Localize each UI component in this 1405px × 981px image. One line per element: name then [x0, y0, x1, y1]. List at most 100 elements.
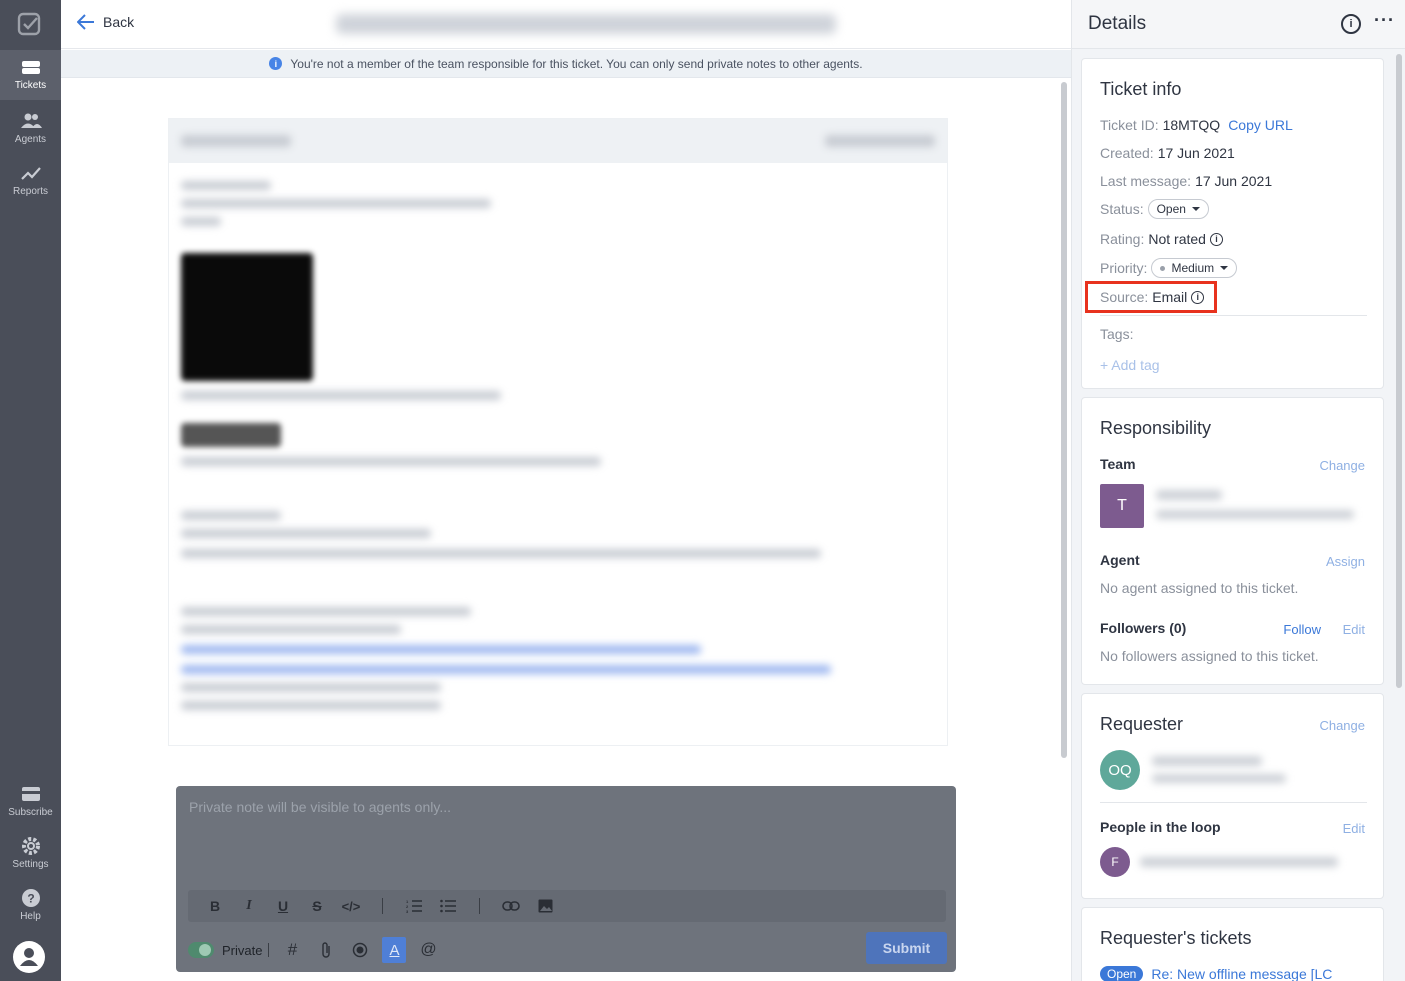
redacted-line — [181, 511, 281, 520]
caret-down-icon — [1220, 266, 1229, 270]
ticket-status-badge: Open — [1100, 966, 1144, 981]
followers-none-text: No followers assigned to this ticket. — [1100, 648, 1319, 664]
bullet-list-icon[interactable] — [431, 892, 465, 920]
hashtag-icon[interactable]: # — [275, 937, 309, 963]
redacted-line — [181, 391, 501, 400]
link-icon[interactable] — [494, 892, 528, 920]
more-options-icon[interactable]: ··· — [1374, 10, 1395, 31]
tags-label: Tags: — [1100, 326, 1134, 342]
rail-item-reports[interactable]: Reports — [0, 156, 61, 206]
tickets-icon — [21, 61, 40, 74]
italic-icon[interactable]: I — [232, 892, 266, 920]
redacted-line — [181, 529, 431, 538]
add-tag-link[interactable]: + Add tag — [1100, 357, 1160, 373]
requester-tickets-heading: Requester's tickets — [1100, 928, 1252, 948]
message-thread-redacted — [168, 118, 948, 746]
priority-row: Priority: Medium — [1100, 258, 1238, 278]
agent-label: Agent — [1100, 552, 1140, 568]
rail-item-settings[interactable]: Settings — [0, 829, 61, 879]
redacted-line — [181, 683, 441, 692]
redacted-team-email — [1156, 510, 1354, 519]
requester-tickets-card: Requester's tickets Open Re: New offline… — [1081, 907, 1384, 981]
priority-dot-icon — [1160, 265, 1166, 271]
requester-card: Requester Change OQ People in the loop E… — [1081, 693, 1384, 899]
record-icon[interactable] — [343, 937, 377, 963]
rating-info-icon[interactable]: i — [1209, 232, 1223, 246]
redacted-requester-name — [1152, 756, 1262, 766]
rail-item-tickets[interactable]: Tickets — [0, 50, 61, 100]
private-note-editor: Private note will be visible to agents o… — [176, 786, 956, 972]
strikethrough-icon[interactable]: S — [300, 892, 334, 920]
last-message-label: Last message: — [1100, 173, 1192, 189]
priority-dropdown[interactable]: Medium — [1151, 258, 1238, 278]
rail-item-subscribe[interactable]: Subscribe — [0, 777, 61, 827]
rating-value: Not rated — [1148, 231, 1206, 247]
redacted-line — [181, 549, 821, 558]
private-label: Private — [222, 942, 263, 958]
image-icon[interactable] — [528, 892, 562, 920]
redacted-link — [181, 645, 701, 654]
assign-agent-link[interactable]: Assign — [1326, 554, 1365, 569]
responsibility-heading: Responsibility — [1100, 418, 1212, 438]
redacted-requester-email — [1152, 774, 1286, 783]
redacted-date — [825, 135, 935, 147]
app-logo-icon[interactable] — [17, 12, 41, 36]
attachment-icon[interactable] — [309, 937, 343, 963]
user-avatar[interactable] — [13, 941, 45, 973]
caret-down-icon — [1191, 207, 1200, 211]
details-scrollbar[interactable] — [1396, 54, 1402, 688]
requester-change-link[interactable]: Change — [1319, 718, 1365, 733]
rail-item-label: Subscribe — [8, 807, 53, 818]
message-header — [169, 119, 947, 163]
responsibility-card: Responsibility Team Change T Agent Assig… — [1081, 397, 1384, 685]
gear-icon — [21, 837, 40, 855]
followers-edit-link[interactable]: Edit — [1343, 622, 1365, 637]
thread-scrollbar[interactable] — [1059, 80, 1069, 775]
requester-ticket-item[interactable]: Open Re: New offline message [LC — [1100, 966, 1332, 981]
left-rail: Tickets Agents Reports Subscribe Setting… — [0, 0, 61, 981]
submit-button[interactable]: Submit — [866, 932, 947, 964]
rail-item-label: Settings — [12, 859, 49, 870]
underline-icon[interactable]: U — [266, 892, 300, 920]
status-dropdown[interactable]: Open — [1147, 199, 1209, 219]
ordered-list-icon[interactable]: 123 — [397, 892, 431, 920]
text-format-icon[interactable]: A — [382, 937, 407, 963]
details-header: Details i ··· — [1072, 0, 1405, 49]
formatting-toolbar: B I U S </> 123 — [188, 890, 946, 922]
help-icon: ? — [21, 889, 40, 907]
subscribe-icon — [21, 787, 40, 801]
status-value: Open — [1156, 202, 1186, 216]
mention-icon[interactable]: @ — [411, 937, 445, 963]
ticket-id-value: 18MTQQ — [1162, 117, 1221, 133]
bold-icon[interactable]: B — [198, 892, 232, 920]
private-toggle[interactable] — [188, 942, 214, 958]
redacted-link — [181, 665, 831, 674]
code-icon[interactable]: </> — [334, 892, 368, 920]
rail-item-help[interactable]: ? Help — [0, 881, 61, 931]
ticket-title-redacted — [336, 14, 836, 34]
people-edit-link[interactable]: Edit — [1343, 821, 1365, 836]
ticket-link[interactable]: Re: New offline message [LC — [1151, 966, 1332, 981]
redacted-team-name — [1156, 490, 1222, 500]
reports-icon — [20, 167, 41, 180]
followers-label: Followers (0) — [1100, 620, 1187, 636]
back-button[interactable]: Back — [77, 14, 134, 30]
rail-item-agents[interactable]: Agents — [0, 104, 61, 154]
redacted-chip — [181, 423, 281, 447]
back-label: Back — [103, 14, 135, 30]
ticket-id-label: Ticket ID: — [1100, 117, 1159, 133]
loop-person-avatar: F — [1100, 847, 1130, 877]
redacted-loop-email — [1140, 857, 1338, 867]
last-message-row: Last message: 17 Jun 2021 — [1100, 173, 1272, 189]
copy-url-link[interactable]: Copy URL — [1228, 117, 1293, 133]
team-change-link[interactable]: Change — [1319, 458, 1365, 473]
follow-link[interactable]: Follow — [1283, 622, 1321, 637]
rating-label: Rating: — [1100, 231, 1145, 247]
requester-avatar: OQ — [1100, 750, 1140, 790]
redacted-line — [181, 199, 491, 208]
note-input[interactable]: Private note will be visible to agents o… — [189, 799, 451, 815]
notice-text: You're not a member of the team responsi… — [290, 56, 863, 71]
redacted-image — [181, 253, 313, 381]
status-label: Status: — [1100, 201, 1144, 217]
info-icon[interactable]: i — [1341, 14, 1361, 34]
